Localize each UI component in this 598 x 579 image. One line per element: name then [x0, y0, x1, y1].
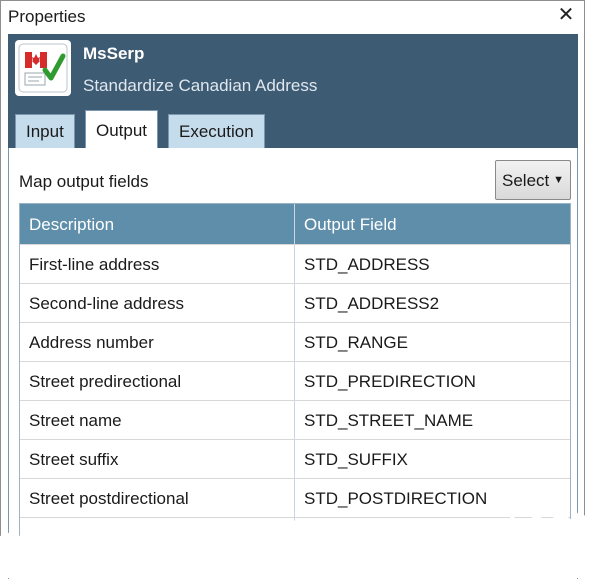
- cell-output-field[interactable]: AME: [295, 518, 570, 556]
- component-header: MsSerp Standardize Canadian Address Inpu…: [8, 34, 578, 148]
- tab-execution-label: Execution: [179, 122, 254, 141]
- tab-output[interactable]: Output: [85, 110, 159, 148]
- select-label: Select: [502, 171, 550, 190]
- cell-description: Street name: [20, 401, 295, 439]
- cell-output-field[interactable]: STD_PREDIRECTION: [295, 362, 570, 400]
- table-row[interactable]: Street name STD_STREET_NAME: [20, 400, 570, 439]
- canada-address-check-icon: [15, 40, 71, 96]
- table-row[interactable]: Street predirectional STD_PREDIRECTION: [20, 361, 570, 400]
- column-header-output-field[interactable]: Output Field: [295, 204, 570, 244]
- table-row[interactable]: First-line address STD_ADDRESS: [20, 244, 570, 283]
- column-header-description[interactable]: Description: [20, 204, 295, 244]
- grid-header: Description Output Field: [20, 204, 570, 244]
- table-row[interactable]: Second-line address STD_ADDRESS2: [20, 283, 570, 322]
- output-tab-content: Map output fields Select ▼ Description O…: [8, 148, 578, 579]
- cell-output-field[interactable]: STD_SUFFIX: [295, 440, 570, 478]
- cell-output-field[interactable]: STD_ADDRESS2: [295, 284, 570, 322]
- tab-input[interactable]: Input: [15, 114, 75, 148]
- cell-description: [20, 518, 295, 556]
- window-title: Properties: [8, 7, 86, 26]
- caret-down-icon: ▼: [553, 174, 564, 186]
- close-icon[interactable]: ✕: [556, 5, 576, 25]
- title-bar: Properties ✕: [1, 1, 584, 34]
- select-dropdown-button[interactable]: Select ▼: [495, 160, 571, 200]
- cell-description: Street predirectional: [20, 362, 295, 400]
- tab-execution[interactable]: Execution: [168, 114, 265, 148]
- tab-output-label: Output: [96, 121, 148, 140]
- cell-description: Second-line address: [20, 284, 295, 322]
- cell-description: First-line address: [20, 245, 295, 283]
- component-description: Standardize Canadian Address: [83, 76, 318, 95]
- cell-output-field[interactable]: STD_POSTDIRECTION: [295, 479, 570, 517]
- map-output-label: Map output fields: [19, 172, 149, 191]
- table-row[interactable]: AME: [20, 517, 570, 556]
- cell-output-field[interactable]: STD_ADDRESS: [295, 245, 570, 283]
- component-name: MsSerp: [83, 44, 145, 63]
- output-field-grid: Description Output Field First-line addr…: [19, 203, 571, 557]
- cell-description: Address number: [20, 323, 295, 361]
- table-row[interactable]: Street suffix STD_SUFFIX: [20, 439, 570, 478]
- table-row[interactable]: Street postdirectional STD_POSTDIRECTION: [20, 478, 570, 517]
- cell-output-field[interactable]: STD_STREET_NAME: [295, 401, 570, 439]
- tab-input-label: Input: [26, 122, 64, 141]
- cell-description: Street suffix: [20, 440, 295, 478]
- properties-panel: Properties ✕ MsSerp Standardize Canadian…: [0, 0, 585, 579]
- cell-description: Street postdirectional: [20, 479, 295, 517]
- cell-output-field[interactable]: STD_RANGE: [295, 323, 570, 361]
- table-row[interactable]: Address number STD_RANGE: [20, 322, 570, 361]
